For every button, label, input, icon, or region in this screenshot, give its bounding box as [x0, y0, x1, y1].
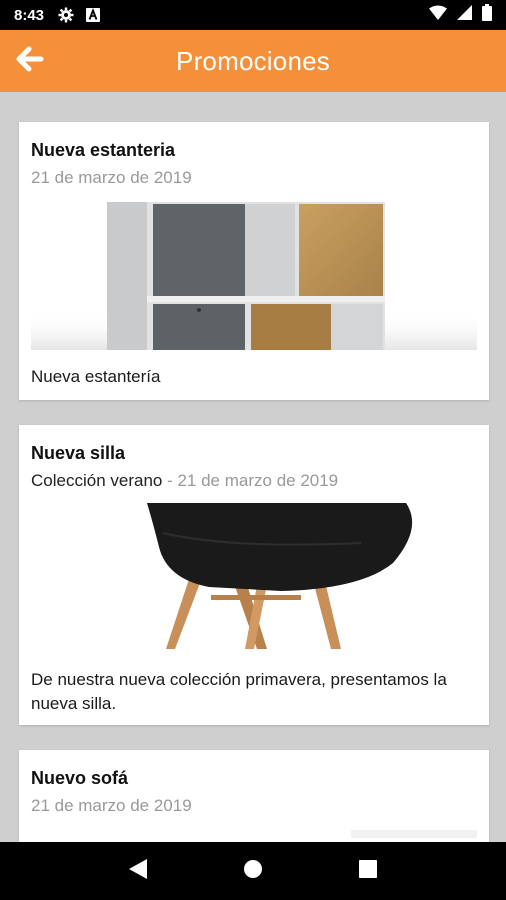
chair-image — [31, 503, 477, 653]
nav-home-button[interactable] — [223, 842, 283, 900]
nav-recents-button[interactable] — [338, 842, 398, 900]
home-circle-icon — [243, 859, 263, 884]
sofa-image — [31, 828, 477, 842]
battery-icon — [482, 4, 492, 26]
promotion-date: 21 de marzo de 2019 — [177, 471, 339, 490]
promotion-date: 21 de marzo de 2019 — [31, 796, 192, 815]
shelf-image — [31, 200, 477, 350]
promotion-date: 21 de marzo de 2019 — [31, 168, 192, 187]
status-time: 8:43 — [14, 6, 45, 24]
back-button[interactable] — [6, 38, 52, 84]
promotion-description: Nueva estantería — [31, 367, 161, 386]
promotion-title: Nuevo sofá — [31, 768, 129, 788]
promotion-title: Nueva silla — [31, 443, 126, 463]
promotion-subtitle: Colección verano - 21 de marzo de 2019 — [31, 471, 338, 491]
system-nav-bar — [0, 842, 506, 900]
gear-icon — [58, 7, 74, 23]
promotion-card-sofa[interactable]: Nuevo sofá 21 de marzo de 2019 — [19, 750, 489, 842]
promotion-card-chair[interactable]: Nueva silla Colección verano - 21 de mar… — [19, 425, 489, 725]
promotion-category: Colección verano — [31, 471, 163, 490]
signal-icon — [457, 5, 472, 25]
nav-back-button[interactable] — [108, 842, 168, 900]
page-title: Promociones — [176, 45, 330, 76]
a-letter-icon — [86, 8, 101, 22]
wifi-icon — [429, 5, 447, 25]
arrow-left-icon — [14, 44, 44, 79]
promotion-card-shelf[interactable]: Nueva estanteria 21 de marzo de 2019 Nue… — [19, 122, 489, 400]
recents-square-icon — [359, 859, 378, 883]
promotion-description: De nuestra nueva colección primavera, pr… — [31, 670, 447, 713]
back-triangle-icon — [128, 858, 148, 885]
subtitle-separator: - — [162, 471, 178, 490]
app-bar: Promociones — [0, 30, 506, 92]
promotion-title: Nueva estanteria — [31, 140, 176, 160]
status-bar: 8:43 — [0, 0, 506, 30]
promotions-list[interactable]: Nueva estanteria 21 de marzo de 2019 Nue… — [0, 92, 506, 842]
